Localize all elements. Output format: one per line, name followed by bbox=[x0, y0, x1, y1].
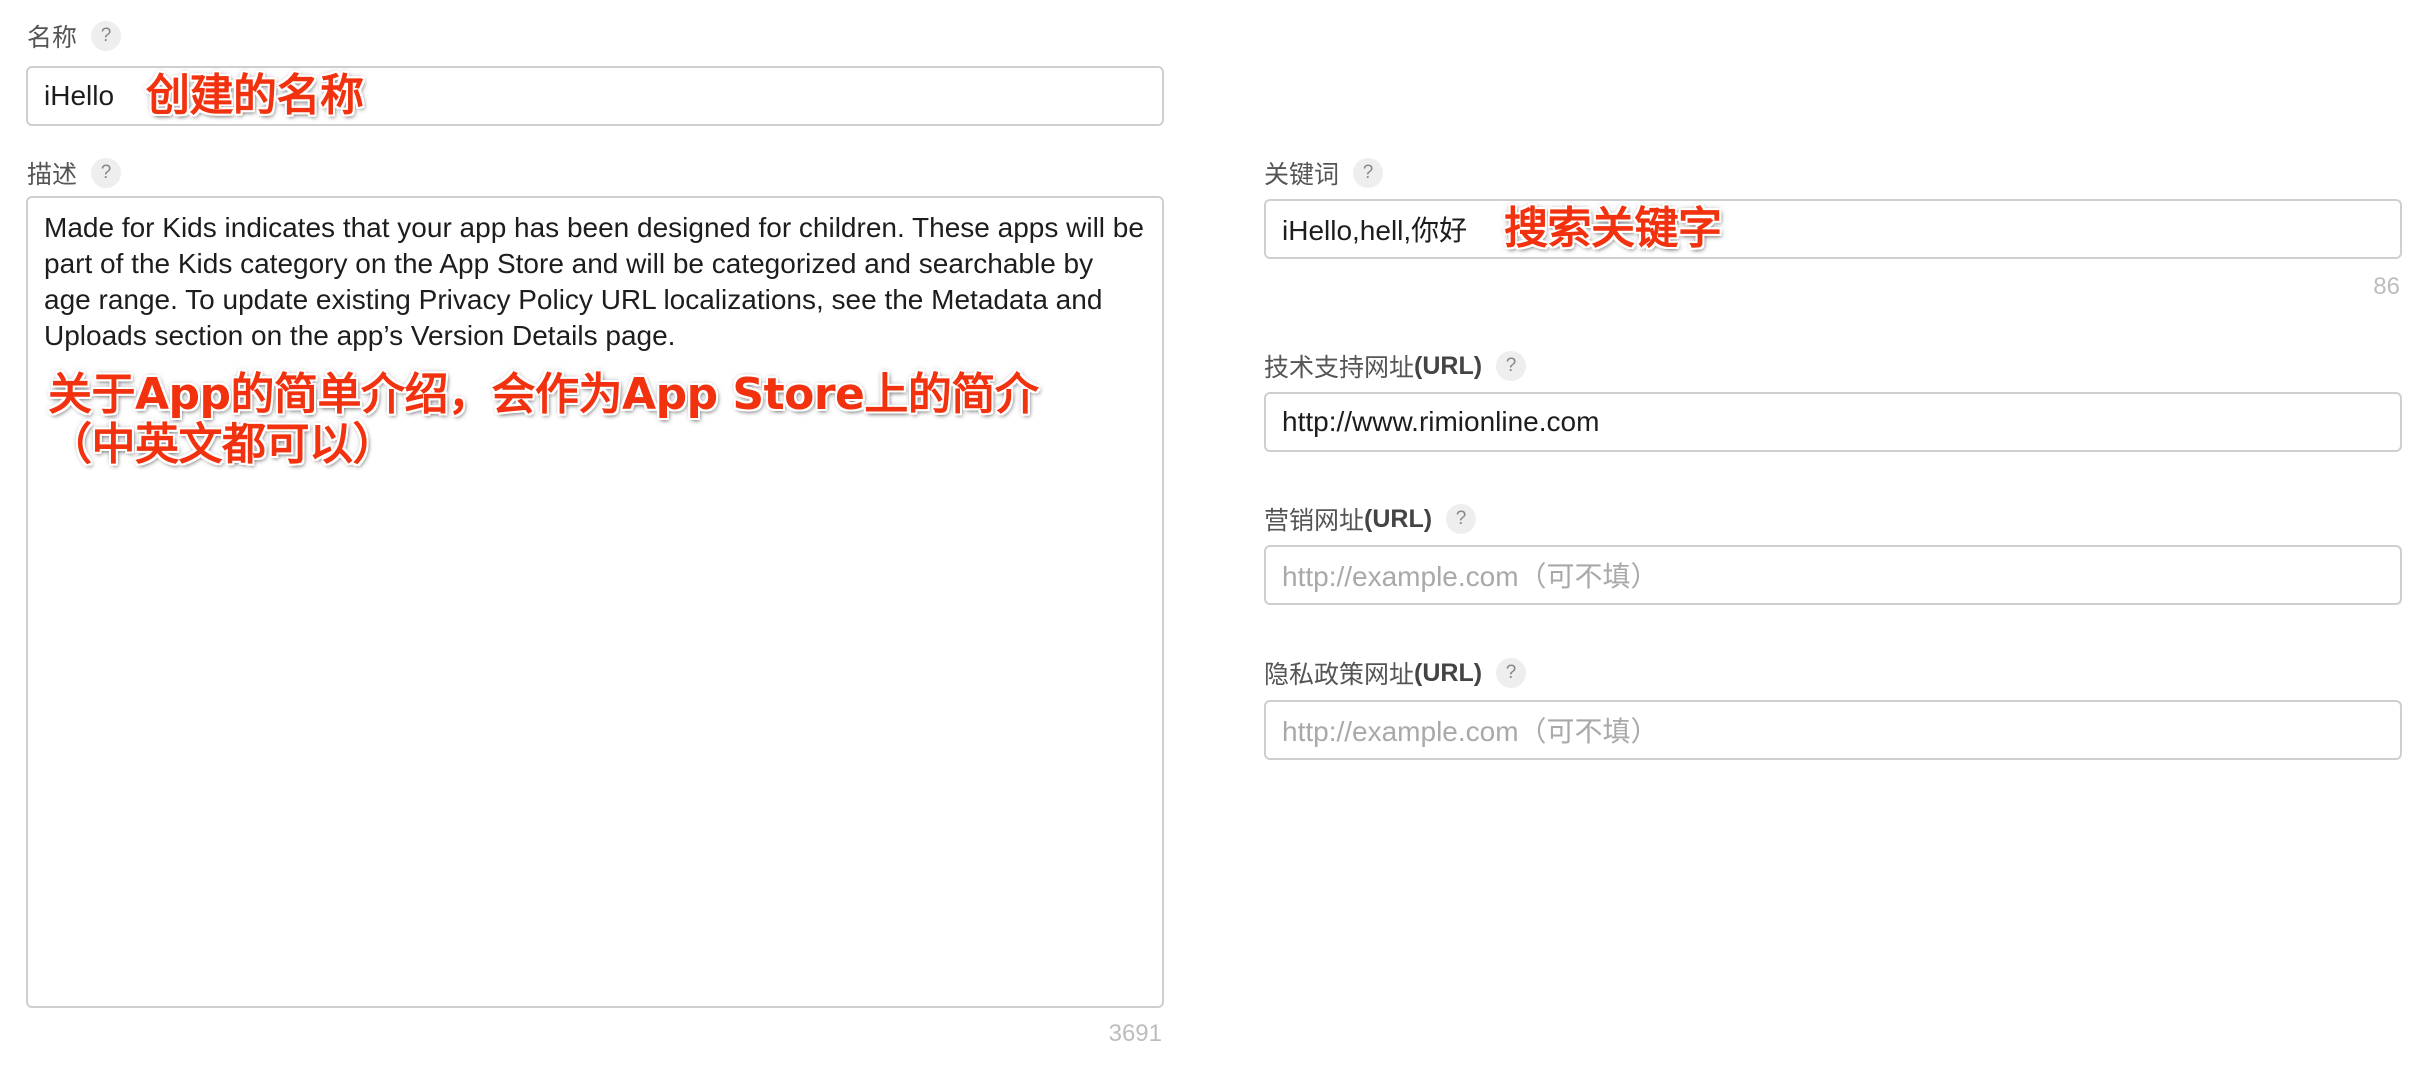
privacy-url-label-cn: 隐私政策网址 bbox=[1264, 661, 1415, 689]
privacy-url-placeholder: http://example.com（可不填） bbox=[1282, 716, 1659, 747]
name-label-text: 名称 bbox=[27, 24, 78, 52]
description-label-text: 描述 bbox=[27, 161, 78, 189]
name-label: 名称 ? bbox=[27, 18, 122, 54]
privacy-url-label-en: (URL) bbox=[1414, 658, 1483, 687]
description-textarea[interactable]: Made for Kids indicates that your app ha… bbox=[26, 196, 1164, 1008]
support-url-label-cn: 技术支持网址 bbox=[1264, 354, 1415, 382]
privacy-url-label: 隐私政策网址 (URL) ? bbox=[1264, 655, 1527, 691]
support-url-label-en: (URL) bbox=[1414, 351, 1483, 380]
description-annotation-line1: 关于App的简单介绍，会作为App Store上的简介 bbox=[48, 369, 1039, 420]
name-annotation: 创建的名称 bbox=[146, 70, 364, 121]
privacy-url-input[interactable]: http://example.com（可不填） bbox=[1264, 700, 2402, 760]
marketing-url-label: 营销网址 (URL) ? bbox=[1264, 501, 1477, 537]
support-url-input-value: http://www.rimionline.com bbox=[1282, 406, 1600, 437]
support-url-input[interactable]: http://www.rimionline.com bbox=[1264, 392, 2402, 452]
marketing-url-help-icon[interactable]: ? bbox=[1446, 504, 1477, 534]
keywords-annotation: 搜索关键字 bbox=[1504, 203, 1722, 254]
keywords-char-counter: 86 bbox=[2373, 273, 2400, 300]
keywords-label-text: 关键词 bbox=[1264, 161, 1340, 189]
marketing-url-placeholder: http://example.com（可不填） bbox=[1282, 561, 1659, 592]
keywords-input[interactable]: iHello,hell,你好 bbox=[1264, 199, 2402, 259]
description-value: Made for Kids indicates that your app ha… bbox=[44, 212, 1144, 351]
description-annotation-line2: （中英文都可以） bbox=[48, 419, 397, 470]
support-url-help-icon[interactable]: ? bbox=[1496, 351, 1527, 381]
description-label: 描述 ? bbox=[27, 155, 122, 191]
name-input-value: iHello bbox=[44, 80, 115, 111]
name-help-icon[interactable]: ? bbox=[91, 21, 122, 51]
marketing-url-label-cn: 营销网址 bbox=[1264, 507, 1365, 535]
keywords-label: 关键词 ? bbox=[1264, 155, 1384, 191]
privacy-url-help-icon[interactable]: ? bbox=[1496, 658, 1527, 688]
marketing-url-label-en: (URL) bbox=[1364, 504, 1433, 533]
support-url-label: 技术支持网址 (URL) ? bbox=[1264, 348, 1527, 384]
description-help-icon[interactable]: ? bbox=[91, 158, 122, 188]
keywords-help-icon[interactable]: ? bbox=[1353, 158, 1384, 188]
marketing-url-input[interactable]: http://example.com（可不填） bbox=[1264, 545, 2402, 605]
description-char-counter: 3691 bbox=[1108, 1020, 1162, 1047]
keywords-input-value: iHello,hell,你好 bbox=[1282, 215, 1468, 246]
